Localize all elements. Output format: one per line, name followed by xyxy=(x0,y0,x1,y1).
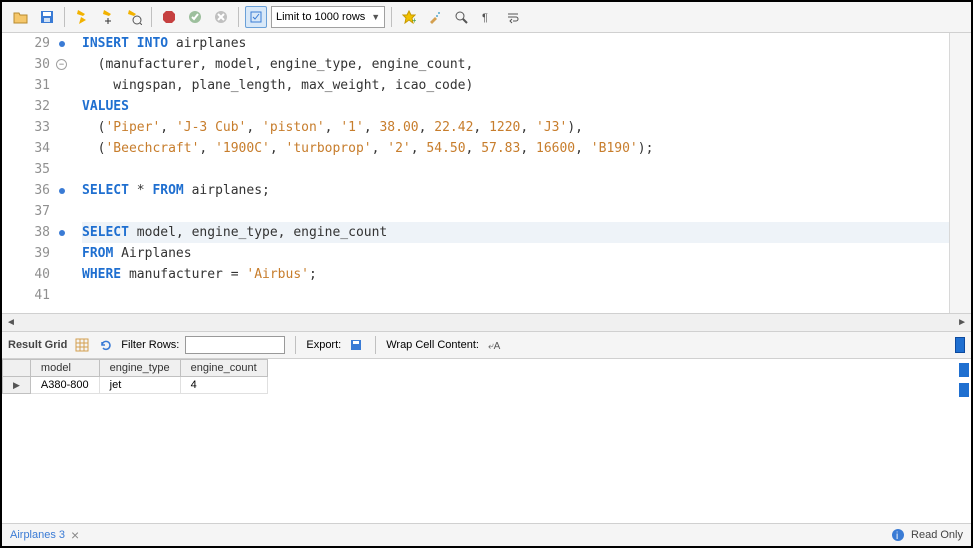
cell[interactable]: 4 xyxy=(180,377,267,394)
separator xyxy=(151,7,152,27)
row-limit-select[interactable]: Limit to 1000 rows ▼ xyxy=(271,6,385,28)
readonly-indicator: i Read Only xyxy=(891,528,963,542)
line-number: 30 xyxy=(2,54,50,75)
explain-icon[interactable] xyxy=(123,6,145,28)
column-header[interactable]: model xyxy=(30,360,99,377)
fold-toggle-icon[interactable]: − xyxy=(56,59,67,70)
code-line[interactable] xyxy=(82,285,949,306)
code-line[interactable] xyxy=(82,201,949,222)
separator xyxy=(295,336,296,354)
result-tab[interactable]: Airplanes 3 × xyxy=(10,527,79,543)
scroll-right-icon[interactable]: ► xyxy=(957,317,967,328)
side-panel-toggle[interactable] xyxy=(955,337,965,353)
horizontal-scrollbar[interactable]: ◄ ► xyxy=(2,313,971,331)
wrap-cell-label: Wrap Cell Content: xyxy=(386,339,479,351)
line-number: 38 xyxy=(2,222,50,243)
cell[interactable]: A380-800 xyxy=(30,377,99,394)
stop-icon[interactable] xyxy=(158,6,180,28)
close-tab-icon[interactable]: × xyxy=(71,527,79,543)
line-number: 32 xyxy=(2,96,50,117)
line-number: 41 xyxy=(2,285,50,306)
chevron-down-icon: ▼ xyxy=(371,12,380,22)
execute-current-icon[interactable] xyxy=(97,6,119,28)
result-toolbar: Result Grid Filter Rows: Export: Wrap Ce… xyxy=(2,331,971,359)
code-line[interactable]: SELECT * FROM airplanes; xyxy=(82,180,949,201)
line-number: 31 xyxy=(2,75,50,96)
marker-gutter: − xyxy=(56,33,74,313)
statement-marker-icon xyxy=(59,41,65,47)
line-number: 37 xyxy=(2,201,50,222)
statement-marker-icon xyxy=(59,230,65,236)
find-icon[interactable] xyxy=(450,6,472,28)
info-icon: i xyxy=(891,528,905,542)
commit-icon[interactable] xyxy=(184,6,206,28)
line-number: 39 xyxy=(2,243,50,264)
main-toolbar: Limit to 1000 rows ▼ + ¶ xyxy=(2,2,971,33)
line-number: 33 xyxy=(2,117,50,138)
wrap-cell-icon[interactable]: ⤶A xyxy=(485,336,503,354)
code-line[interactable]: FROM Airplanes xyxy=(82,243,949,264)
code-line[interactable] xyxy=(82,159,949,180)
favorite-icon[interactable]: + xyxy=(398,6,420,28)
code-line[interactable]: VALUES xyxy=(82,96,949,117)
save-icon[interactable] xyxy=(36,6,58,28)
beautify-icon[interactable] xyxy=(424,6,446,28)
export-label: Export: xyxy=(306,339,341,351)
separator xyxy=(391,7,392,27)
code-line[interactable]: wingspan, plane_length, max_weight, icao… xyxy=(82,75,949,96)
cell[interactable]: jet xyxy=(99,377,180,394)
statement-marker-icon xyxy=(59,188,65,194)
svg-text:i: i xyxy=(896,531,898,542)
autocommit-toggle-icon[interactable] xyxy=(245,6,267,28)
separator xyxy=(64,7,65,27)
line-number: 36 xyxy=(2,180,50,201)
readonly-label: Read Only xyxy=(911,529,963,541)
open-file-icon[interactable] xyxy=(10,6,32,28)
line-number: 35 xyxy=(2,159,50,180)
export-icon[interactable] xyxy=(347,336,365,354)
row-indicator-icon[interactable]: ▶ xyxy=(3,377,31,394)
svg-text:¶: ¶ xyxy=(482,12,488,24)
svg-text:+: + xyxy=(412,16,416,24)
line-number: 34 xyxy=(2,138,50,159)
separator xyxy=(375,336,376,354)
wrap-icon[interactable] xyxy=(502,6,524,28)
code-line[interactable]: ('Beechcraft', '1900C', 'turboprop', '2'… xyxy=(82,138,949,159)
filter-rows-label: Filter Rows: xyxy=(121,339,179,351)
separator xyxy=(238,7,239,27)
line-number: 40 xyxy=(2,264,50,285)
line-number: 29 xyxy=(2,33,50,54)
code-line[interactable]: ('Piper', 'J-3 Cub', 'piston', '1', 38.0… xyxy=(82,117,949,138)
filter-rows-input[interactable] xyxy=(185,336,285,354)
refresh-icon[interactable] xyxy=(97,336,115,354)
row-limit-label: Limit to 1000 rows xyxy=(276,11,365,23)
invisible-chars-icon[interactable]: ¶ xyxy=(476,6,498,28)
code-area[interactable]: INSERT INTO airplanes (manufacturer, mod… xyxy=(74,33,949,313)
code-line[interactable]: SELECT model, engine_type, engine_count xyxy=(82,222,949,243)
table-row[interactable]: ▶A380-800jet4 xyxy=(3,377,268,394)
code-line[interactable]: WHERE manufacturer = 'Airbus'; xyxy=(82,264,949,285)
editor-right-margin xyxy=(949,33,971,313)
line-number-gutter: 29303132333435363738394041 xyxy=(2,33,56,313)
execute-icon[interactable] xyxy=(71,6,93,28)
column-header[interactable]: engine_count xyxy=(180,360,267,377)
row-selector-header xyxy=(3,360,31,377)
rollback-icon[interactable] xyxy=(210,6,232,28)
code-line[interactable]: INSERT INTO airplanes xyxy=(82,33,949,54)
svg-text:⤶A: ⤶A xyxy=(488,341,501,352)
status-bar: Airplanes 3 × i Read Only xyxy=(2,523,971,546)
code-line[interactable]: (manufacturer, model, engine_type, engin… xyxy=(82,54,949,75)
scroll-left-icon[interactable]: ◄ xyxy=(6,317,16,328)
result-grid-label: Result Grid xyxy=(8,339,67,351)
result-grid[interactable]: modelengine_typeengine_count ▶A380-800je… xyxy=(2,359,971,523)
side-markers xyxy=(959,363,969,397)
result-tab-label: Airplanes 3 xyxy=(10,529,65,541)
column-header[interactable]: engine_type xyxy=(99,360,180,377)
grid-view-icon[interactable] xyxy=(73,336,91,354)
sql-editor[interactable]: 29303132333435363738394041 − INSERT INTO… xyxy=(2,33,971,313)
